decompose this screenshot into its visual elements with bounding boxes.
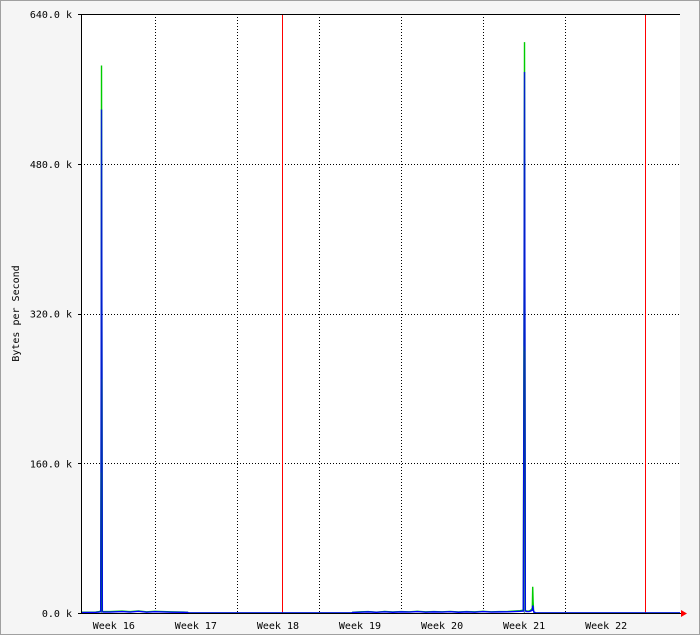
x-tick-label: Week 21 [503,621,545,632]
x-tick-label: Week 22 [585,621,627,632]
chart-root: 0.0 k 160.0 k 320.0 k 480.0 k 640.0 k Week 1… [0,0,700,635]
traffic-chart: 0.0 k 160.0 k 320.0 k 480.0 k 640.0 k Week 1… [0,0,700,635]
y-axis-label: Bytes per Second [11,265,22,361]
y-tick-label: 320.0 k [30,310,72,321]
y-tick-label: 640.0 k [30,10,72,21]
x-tick-label: Week 16 [93,621,135,632]
x-tick-label: Week 17 [175,621,217,632]
x-tick-label: Week 19 [339,621,381,632]
x-tick-label: Week 18 [257,621,299,632]
x-tick-label: Week 20 [421,621,463,632]
y-tick-label: 0.0 k [42,609,72,620]
y-tick-label: 160.0 k [30,459,72,470]
plot-area [81,14,680,613]
y-tick-label: 480.0 k [30,160,72,171]
